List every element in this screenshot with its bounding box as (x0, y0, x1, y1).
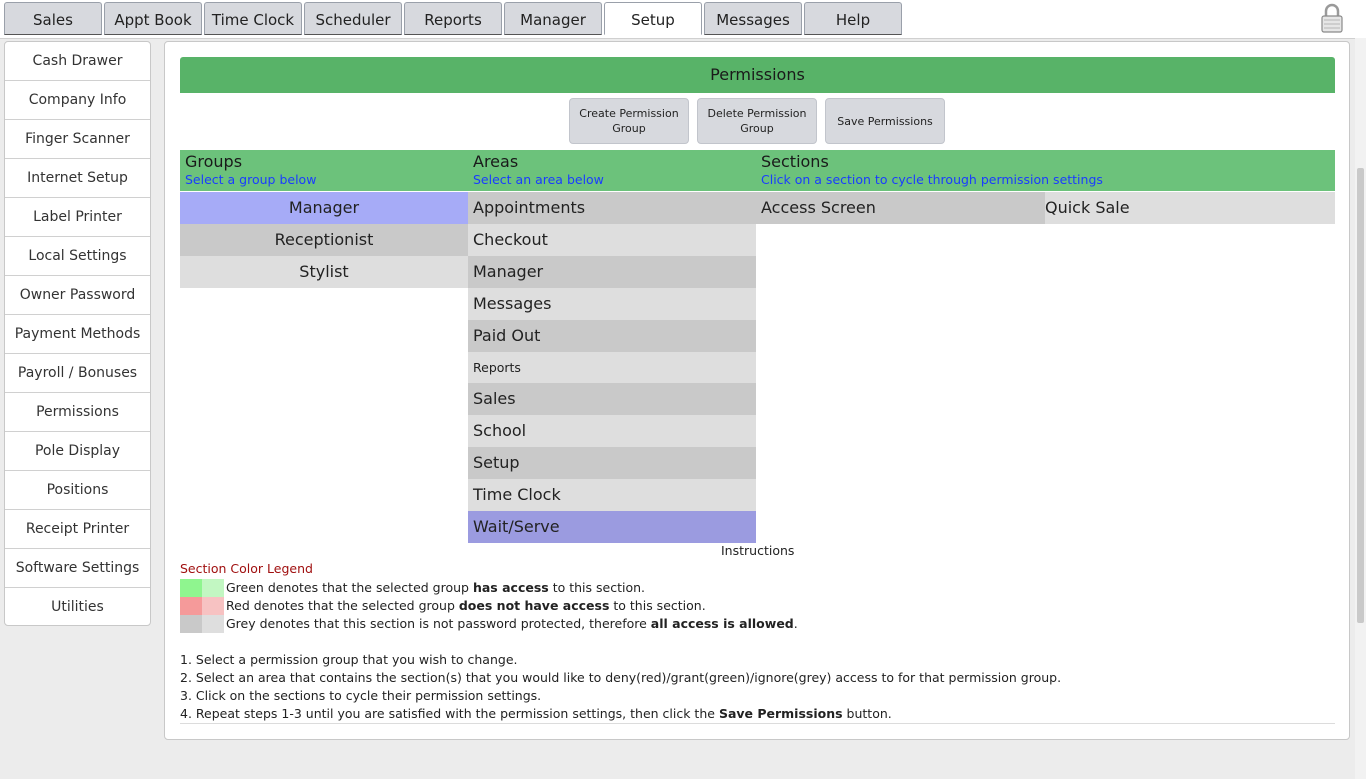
instruction-step-4: 4. Repeat steps 1-3 until you are satisf… (180, 706, 892, 721)
area-item-school[interactable]: School (468, 415, 756, 447)
tab-scheduler[interactable]: Scheduler (304, 2, 402, 35)
legend-green-bold: has access (472, 580, 549, 595)
area-item-appointments[interactable]: Appointments (468, 192, 756, 224)
tab-time-clock[interactable]: Time Clock (204, 2, 302, 35)
sidebar-item-company-info[interactable]: Company Info (5, 81, 150, 120)
sidebar-item-local-settings[interactable]: Local Settings (5, 237, 150, 276)
create-permission-group-button[interactable]: Create Permission Group (569, 98, 689, 144)
area-item-manager[interactable]: Manager (468, 256, 756, 288)
sidebar-item-payment-methods[interactable]: Payment Methods (5, 315, 150, 354)
legend-red-bold: does not have access (458, 598, 610, 613)
legend-green: Green denotes that the selected group ha… (180, 579, 645, 597)
sidebar-item-owner-password[interactable]: Owner Password (5, 276, 150, 315)
sections-header: Sections Click on a section to cycle thr… (761, 152, 1103, 187)
legend-red: Red denotes that the selected group does… (180, 597, 706, 615)
legend-green-tail: to this section. (548, 580, 645, 595)
legend-grey: Grey denotes that this section is not pa… (180, 615, 798, 633)
area-item-wait-serve[interactable]: Wait/Serve (468, 511, 756, 543)
red-light-swatch (202, 597, 224, 615)
instruction-step-1: 1. Select a permission group that you wi… (180, 652, 518, 667)
legend-green-text: Green denotes that the selected group (226, 580, 473, 595)
instruction-step-2: 2. Select an area that contains the sect… (180, 670, 1062, 685)
areas-hint: Select an area below (473, 172, 604, 187)
section-item-quick-sale[interactable]: Quick Sale (1045, 192, 1335, 224)
sections-title: Sections (761, 152, 829, 171)
area-item-reports[interactable]: Reports (468, 352, 756, 384)
page-title: Permissions (180, 57, 1335, 93)
group-item-receptionist[interactable]: Receptionist (180, 224, 468, 256)
tab-manager[interactable]: Manager (504, 2, 602, 35)
sidebar-item-pole-display[interactable]: Pole Display (5, 432, 150, 471)
sidebar-item-internet-setup[interactable]: Internet Setup (5, 159, 150, 198)
lock-icon[interactable] (1320, 3, 1344, 33)
green-swatch (180, 579, 202, 597)
red-swatch (180, 597, 202, 615)
tab-sales[interactable]: Sales (4, 2, 102, 35)
top-navigation: Sales Appt Book Time Clock Scheduler Rep… (0, 0, 1366, 39)
legend-grey-bold: all access is allowed (650, 616, 794, 631)
area-item-messages[interactable]: Messages (468, 288, 756, 320)
tab-reports[interactable]: Reports (404, 2, 502, 35)
tab-help[interactable]: Help (804, 2, 902, 35)
tab-messages[interactable]: Messages (704, 2, 802, 35)
permissions-panel: Permissions Create Permission Group Dele… (164, 41, 1350, 740)
save-permissions-button[interactable]: Save Permissions (825, 98, 945, 144)
sidebar-item-payroll-bonuses[interactable]: Payroll / Bonuses (5, 354, 150, 393)
sidebar-item-cash-drawer[interactable]: Cash Drawer (5, 42, 150, 81)
groups-header: Groups Select a group below (185, 152, 316, 187)
setup-sidebar: Cash Drawer Company Info Finger Scanner … (4, 41, 151, 626)
sidebar-item-software-settings[interactable]: Software Settings (5, 549, 150, 588)
area-item-setup[interactable]: Setup (468, 447, 756, 479)
green-light-swatch (202, 579, 224, 597)
tab-setup[interactable]: Setup (604, 2, 702, 35)
divider (180, 723, 1335, 724)
area-item-time-clock[interactable]: Time Clock (468, 479, 756, 511)
section-item-access-screen[interactable]: Access Screen (756, 192, 1045, 224)
areas-header: Areas Select an area below (473, 152, 604, 187)
area-item-checkout[interactable]: Checkout (468, 224, 756, 256)
groups-title: Groups (185, 152, 243, 171)
step-4-text: 4. Repeat steps 1-3 until you are satisf… (180, 706, 719, 721)
legend-red-text: Red denotes that the selected group (226, 598, 459, 613)
sidebar-item-finger-scanner[interactable]: Finger Scanner (5, 120, 150, 159)
legend-red-tail: to this section. (609, 598, 706, 613)
sections-hint: Click on a section to cycle through perm… (761, 172, 1103, 187)
sidebar-item-positions[interactable]: Positions (5, 471, 150, 510)
grey-swatch (180, 615, 202, 633)
sidebar-item-permissions[interactable]: Permissions (5, 393, 150, 432)
tab-appt-book[interactable]: Appt Book (104, 2, 202, 35)
delete-permission-group-button[interactable]: Delete Permission Group (697, 98, 817, 144)
sidebar-item-label-printer[interactable]: Label Printer (5, 198, 150, 237)
group-item-stylist[interactable]: Stylist (180, 256, 468, 288)
step-4-tail: button. (842, 706, 892, 721)
legend-grey-text: Grey denotes that this section is not pa… (226, 616, 651, 631)
legend-grey-tail: . (793, 616, 798, 631)
scrollbar-thumb[interactable] (1357, 168, 1364, 623)
legend-title: Section Color Legend (180, 561, 313, 576)
step-4-bold: Save Permissions (718, 706, 843, 721)
area-item-sales[interactable]: Sales (468, 383, 756, 415)
columns-header: Groups Select a group below Areas Select… (180, 150, 1335, 191)
group-item-manager[interactable]: Manager (180, 192, 468, 224)
instruction-step-3: 3. Click on the sections to cycle their … (180, 688, 542, 703)
sidebar-item-receipt-printer[interactable]: Receipt Printer (5, 510, 150, 549)
areas-title: Areas (473, 152, 519, 171)
area-item-paid-out[interactable]: Paid Out (468, 320, 756, 352)
instructions-title: Instructions (721, 543, 795, 558)
groups-hint: Select a group below (185, 172, 317, 187)
sidebar-item-utilities[interactable]: Utilities (5, 588, 150, 627)
grey-light-swatch (202, 615, 224, 633)
